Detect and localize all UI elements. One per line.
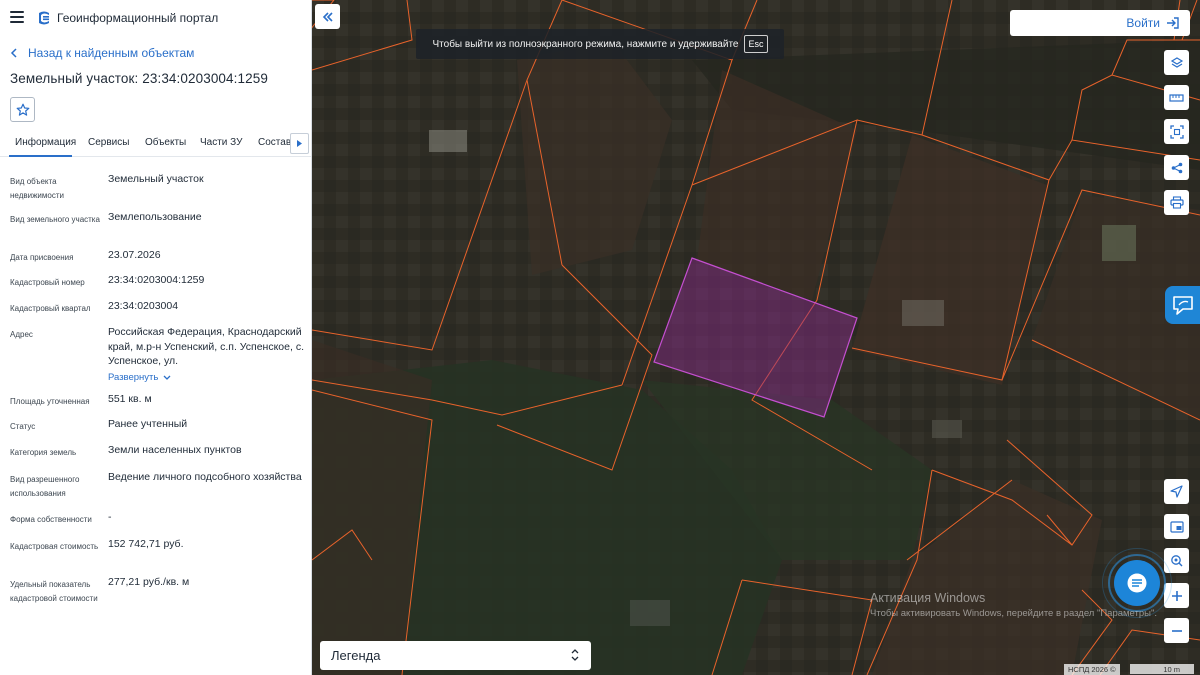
attr-label: Кадастровый номер bbox=[10, 278, 85, 287]
watermark-text: Чтобы активировать Windows, перейдите в … bbox=[870, 608, 1157, 619]
select-area-button[interactable] bbox=[1164, 119, 1189, 144]
zoom-out-icon bbox=[1171, 629, 1182, 632]
tab-information[interactable]: Информация bbox=[15, 137, 76, 148]
measure-button[interactable] bbox=[1164, 85, 1189, 110]
tab-objects[interactable]: Объекты bbox=[145, 137, 186, 148]
star-icon bbox=[16, 103, 29, 116]
page-title: Земельный участок: 23:34:0203004:1259 bbox=[10, 71, 268, 86]
attr-label: Вид земельного участка bbox=[10, 215, 100, 224]
print-button[interactable] bbox=[1164, 190, 1189, 215]
active-tab-indicator bbox=[9, 155, 72, 157]
layers-button[interactable] bbox=[1164, 50, 1189, 75]
esc-key-badge: Esc bbox=[744, 35, 768, 53]
attr-label: Форма собственности bbox=[10, 515, 92, 524]
minimap-button[interactable] bbox=[1164, 514, 1189, 539]
double-chevron-left-icon bbox=[322, 11, 333, 22]
info-panel: Геоинформационный портал Назад к найденн… bbox=[0, 0, 312, 675]
attr-value: 152 742,71 руб. bbox=[108, 538, 184, 550]
tab-services[interactable]: Сервисы bbox=[88, 137, 129, 148]
favorite-button[interactable] bbox=[10, 97, 35, 122]
locate-arrow-icon bbox=[1170, 485, 1183, 498]
expand-label: Развернуть bbox=[108, 371, 159, 383]
map-canvas[interactable]: Чтобы выйти из полноэкранного режима, на… bbox=[312, 0, 1200, 675]
tab-bar: Информация Сервисы Объекты Части ЗУ Сост… bbox=[0, 131, 311, 157]
cadastral-parcels-layer bbox=[312, 0, 1200, 675]
attr-value: Земельный участок bbox=[108, 173, 204, 185]
back-link-label: Назад к найденным объектам bbox=[28, 46, 195, 60]
attr-value: Ранее учтенный bbox=[108, 418, 188, 430]
select-area-icon bbox=[1169, 124, 1184, 139]
portal-logo-icon bbox=[39, 11, 49, 25]
attr-label: Адрес bbox=[10, 330, 33, 339]
attr-value: 23.07.2026 bbox=[108, 249, 161, 261]
attr-label: Удельный показатель кадастровой стоимост… bbox=[10, 580, 98, 603]
fullscreen-hint: Чтобы выйти из полноэкранного режима, на… bbox=[416, 29, 784, 59]
attr-label: Статус bbox=[10, 422, 36, 431]
attr-value: 23:34:0203004:1259 bbox=[108, 274, 205, 286]
scale-bar: 10 m bbox=[1130, 664, 1194, 675]
print-icon bbox=[1169, 196, 1184, 209]
attr-value: 551 кв. м bbox=[108, 393, 152, 405]
back-to-results-link[interactable]: Назад к найденным объектам bbox=[10, 45, 194, 61]
login-icon bbox=[1167, 17, 1179, 29]
attr-label: Вид объекта недвижимости bbox=[10, 177, 64, 200]
attr-label: Категория земель bbox=[10, 448, 77, 457]
layers-icon bbox=[1170, 56, 1183, 68]
zoom-out-button[interactable] bbox=[1164, 618, 1189, 643]
legend-label: Легенда bbox=[331, 648, 381, 663]
menu-icon[interactable] bbox=[10, 11, 24, 23]
attr-value: 277,21 руб./кв. м bbox=[108, 576, 190, 588]
attr-value-container: Российская Федерация, Краснодарский край… bbox=[108, 325, 306, 385]
login-label: Войти bbox=[1126, 16, 1160, 30]
attr-label: Кадастровый квартал bbox=[10, 304, 91, 313]
attr-label: Площадь уточненная bbox=[10, 397, 90, 406]
panel-header: Геоинформационный портал bbox=[0, 0, 311, 36]
assistant-side-tab[interactable] bbox=[1165, 286, 1200, 324]
selected-parcel bbox=[653, 257, 858, 418]
tabs-scroll-right-button[interactable] bbox=[290, 133, 309, 154]
tab-composition[interactable]: Состав bbox=[258, 137, 291, 148]
attr-label: Вид разрешенного использования bbox=[10, 475, 80, 498]
select-arrows-icon bbox=[571, 649, 579, 661]
windows-activation-watermark: Активация Windows Чтобы активировать Win… bbox=[870, 591, 1157, 619]
fullscreen-hint-text: Чтобы выйти из полноэкранного режима, на… bbox=[432, 38, 739, 50]
caret-right-icon bbox=[297, 140, 302, 147]
attr-value: Ведение личного подсобного хозяйства bbox=[108, 471, 302, 483]
zoom-in-icon bbox=[1171, 590, 1182, 601]
collapse-panel-button[interactable] bbox=[315, 4, 340, 29]
watermark-title: Активация Windows bbox=[870, 591, 986, 605]
attr-value: - bbox=[108, 511, 112, 523]
address-value: Российская Федерация, Краснодарский край… bbox=[108, 326, 304, 367]
locate-button[interactable] bbox=[1164, 479, 1189, 504]
share-icon bbox=[1171, 162, 1182, 173]
ruler-icon bbox=[1169, 93, 1184, 102]
expand-address-link[interactable]: Развернуть bbox=[108, 371, 171, 386]
map-copyright: НСПД 2026 © bbox=[1064, 664, 1120, 675]
attr-value: Землепользование bbox=[108, 211, 202, 223]
chevron-down-icon bbox=[163, 375, 171, 381]
chevron-left-icon bbox=[10, 45, 19, 61]
attr-label: Дата присвоения bbox=[10, 253, 74, 262]
attr-value: Земли населенных пунктов bbox=[108, 444, 242, 456]
login-button[interactable]: Войти bbox=[1010, 10, 1190, 36]
attr-label: Кадастровая стоимость bbox=[10, 542, 99, 551]
share-button[interactable] bbox=[1164, 155, 1189, 180]
tab-parcel-parts[interactable]: Части ЗУ bbox=[200, 137, 242, 148]
geo-search-icon bbox=[1171, 554, 1183, 566]
assistant-icon bbox=[1172, 296, 1193, 315]
app-title: Геоинформационный портал bbox=[57, 11, 219, 25]
attr-value: 23:34:0203004 bbox=[108, 300, 179, 312]
legend-selector[interactable]: Легенда bbox=[320, 641, 591, 670]
minimap-icon bbox=[1169, 520, 1184, 533]
